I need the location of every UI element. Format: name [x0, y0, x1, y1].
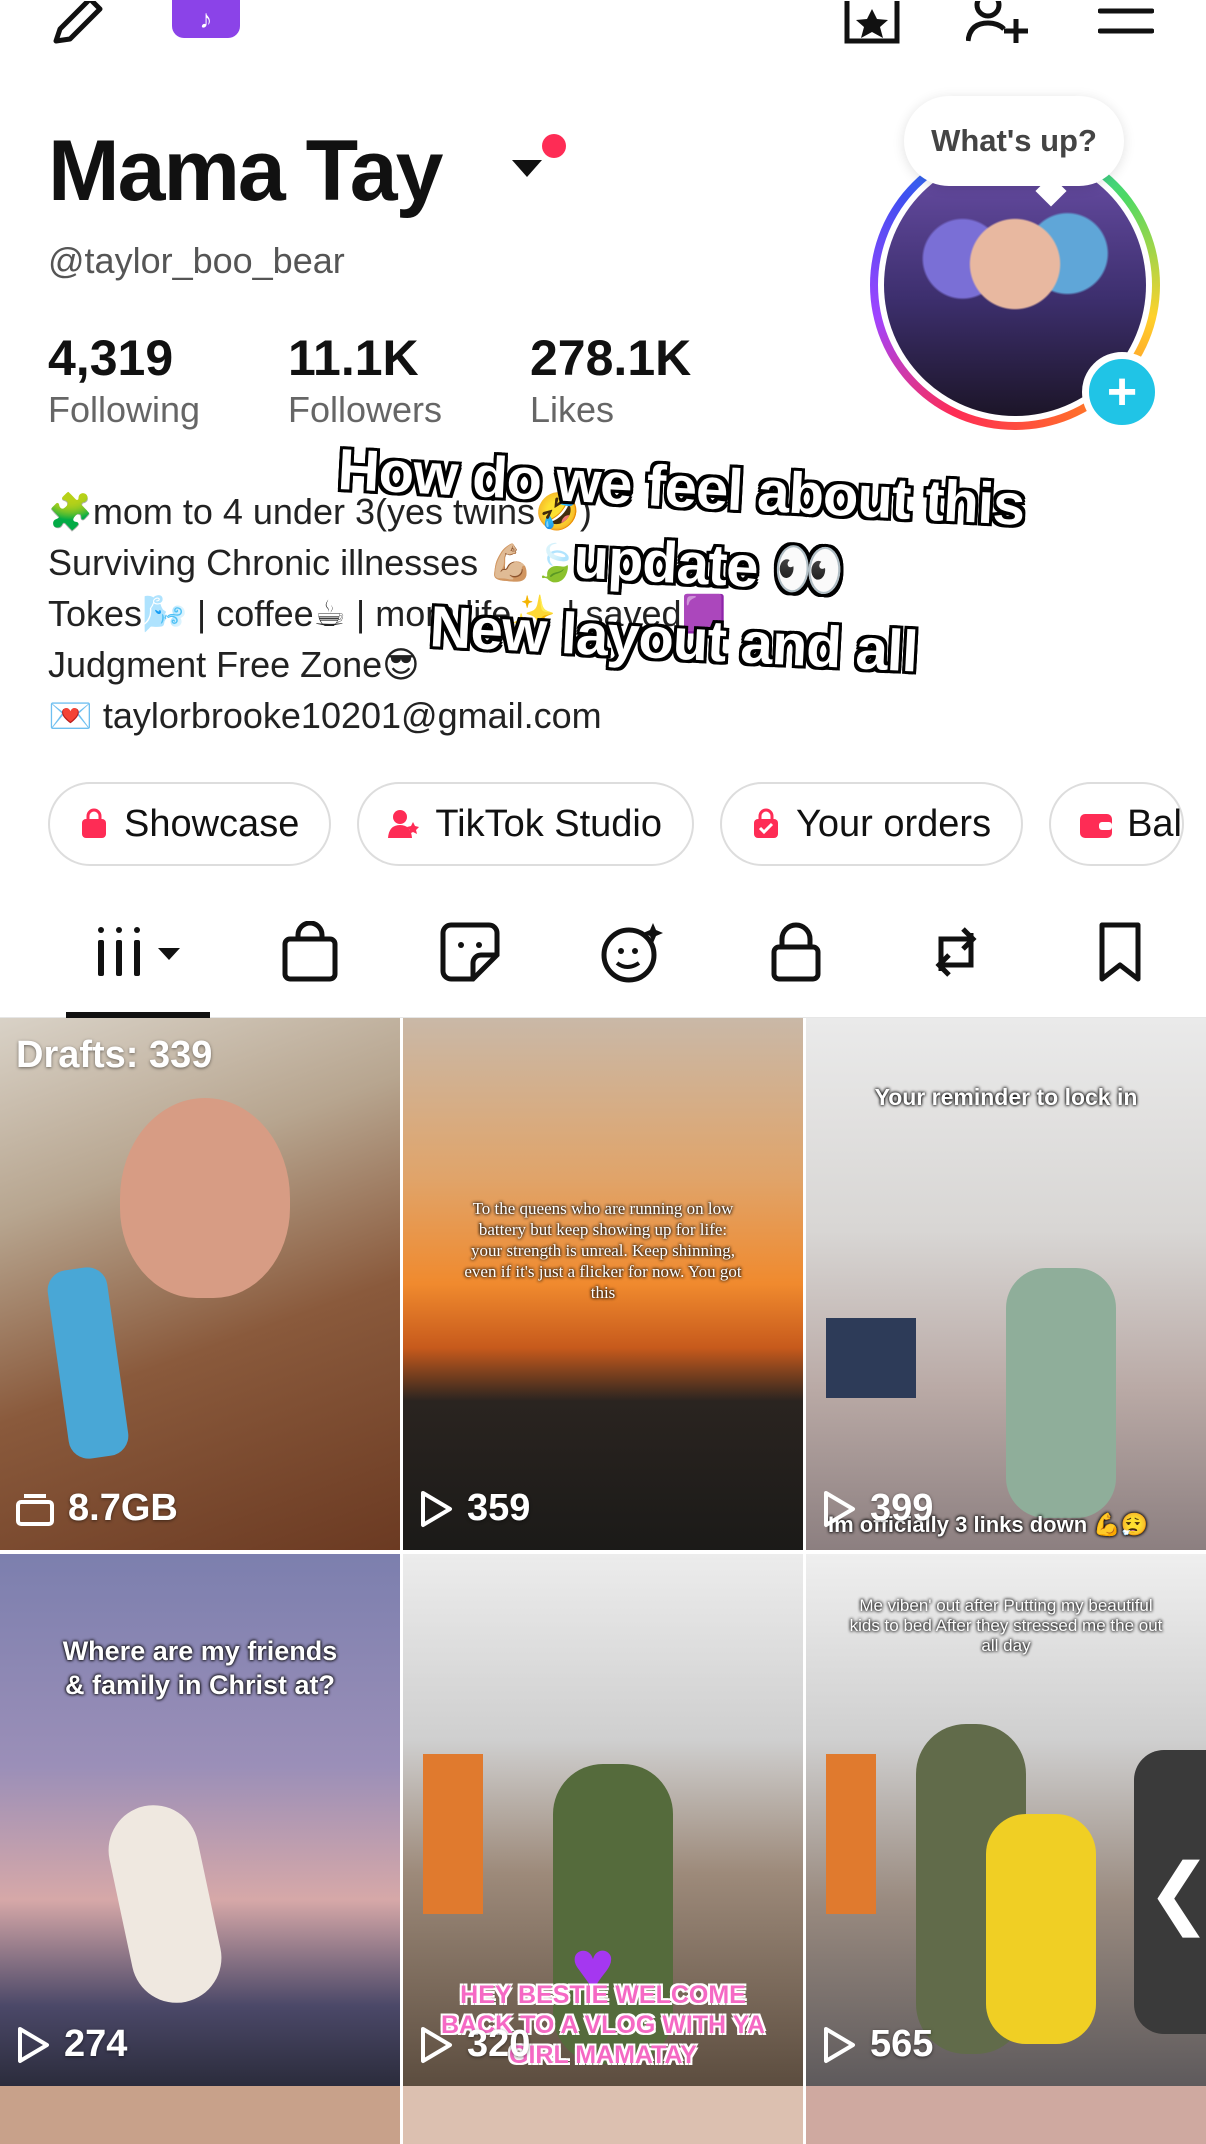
video-tile[interactable]: [0, 2086, 400, 2144]
tab-ai-self[interactable]: [592, 922, 672, 986]
chip-label: Bal: [1127, 802, 1182, 845]
username: @taylor_boo_bear: [48, 240, 345, 281]
stat-value: 278.1K: [530, 330, 692, 386]
view-count: 565: [822, 2023, 933, 2066]
add-story-plus-icon[interactable]: +: [1082, 352, 1162, 432]
display-name[interactable]: Mama Tay: [48, 122, 443, 221]
video-tile[interactable]: Your reminder to lock in Im officially 3…: [806, 1018, 1206, 1550]
notification-dot: [542, 134, 566, 158]
video-tile[interactable]: To the queens who are running on low bat…: [403, 1018, 803, 1550]
tiktok-note-icon[interactable]: ♪: [172, 0, 240, 38]
view-count: 399: [822, 1487, 933, 1530]
tab-shop[interactable]: [270, 920, 350, 988]
stat-label: Likes: [530, 389, 615, 430]
stat-likes[interactable]: 278.1K Likes: [530, 330, 691, 434]
drafts-size: 8.7GB: [16, 1487, 178, 1530]
lock-icon: [770, 921, 822, 988]
play-icon: [421, 2026, 452, 2063]
view-count-value: 320: [467, 2023, 531, 2065]
video-caption: Me viben' out after Putting my beautiful…: [849, 1596, 1163, 1655]
chip-your-orders[interactable]: Your orders: [720, 782, 1024, 866]
chip-showcase[interactable]: Showcase: [48, 782, 332, 866]
video-tile-drafts[interactable]: Drafts: 339 8.7GB: [0, 1018, 400, 1550]
tab-stickers[interactable]: [430, 922, 510, 986]
stat-label: Followers: [288, 389, 443, 430]
content-tabs: [0, 900, 1206, 1018]
creator-icon: [387, 808, 421, 840]
view-count-value: 359: [467, 1487, 531, 1529]
video-caption: Your reminder to lock in: [874, 1084, 1138, 1110]
chip-label: Your orders: [796, 802, 992, 845]
grid-icon: [92, 924, 188, 985]
view-count-value: 274: [64, 2023, 128, 2065]
hamburger-icon[interactable]: [1096, 0, 1156, 46]
video-tile[interactable]: ♥ HEY BESTIE WELCOME BACK TO A VLOG WITH…: [403, 1554, 803, 2086]
thumbnail-can: [45, 1264, 131, 1462]
add-user-icon[interactable]: [964, 0, 1034, 46]
drafts-size-value: 8.7GB: [68, 1487, 178, 1529]
drafts-icon: [16, 1493, 54, 1526]
view-count-value: 399: [870, 1487, 934, 1529]
stat-label: Following: [48, 389, 201, 430]
tab-favorites[interactable]: [1080, 922, 1160, 986]
stat-followers[interactable]: 11.1K Followers: [288, 330, 442, 434]
video-caption: To the queens who are running on low bat…: [464, 1199, 742, 1302]
thumbnail-cat: [100, 1796, 230, 2012]
status-bubble[interactable]: What's up?: [904, 96, 1124, 186]
play-icon: [421, 1490, 452, 1527]
stat-value: 4,319: [48, 330, 174, 386]
video-tile[interactable]: [806, 2086, 1206, 2144]
chip-label: Showcase: [124, 802, 300, 845]
stat-following[interactable]: 4,319 Following: [48, 330, 200, 434]
tab-videos[interactable]: [90, 922, 190, 986]
play-icon: [18, 2026, 49, 2063]
shop-bag-icon: [280, 920, 340, 988]
view-count: 274: [16, 2023, 127, 2066]
tab-reposts[interactable]: [916, 922, 996, 986]
ai-face-icon: [599, 921, 665, 988]
chip-label: TikTok Studio: [435, 802, 663, 845]
view-count: 320: [419, 2023, 530, 2066]
order-bag-icon: [750, 808, 782, 840]
play-icon: [824, 1490, 855, 1527]
thumbnail-tv: [826, 1318, 916, 1398]
shopping-bag-icon: [78, 808, 110, 840]
top-bar: ♪: [0, 0, 1206, 60]
overlay-caption: How do we feel about this update 👀 New l…: [328, 432, 1199, 705]
thumbnail-figure: [120, 1098, 290, 1298]
play-icon: [824, 2026, 855, 2063]
stat-value: 11.1K: [288, 330, 419, 386]
tab-private[interactable]: [756, 922, 836, 986]
drafts-label: Drafts: 339: [16, 1034, 213, 1076]
sticker-icon: [439, 921, 501, 988]
video-caption: Where are my friends & family in Christ …: [62, 1636, 338, 1700]
account-switch-caret-icon[interactable]: [512, 160, 542, 177]
thumbnail-window: [826, 1754, 876, 1914]
chip-tiktok-studio[interactable]: TikTok Studio: [357, 782, 695, 866]
view-count: 359: [419, 1487, 530, 1530]
thumbnail-figure: [1006, 1268, 1116, 1518]
star-box-icon[interactable]: [842, 0, 902, 46]
thumbnail-child: [986, 1814, 1096, 2044]
video-tile[interactable]: [403, 2086, 803, 2144]
pencil-icon[interactable]: [48, 0, 112, 46]
bookmark-icon: [1096, 921, 1144, 988]
bio-email[interactable]: 💌 taylorbrooke10201@gmail.com: [48, 690, 726, 741]
side-drawer-handle[interactable]: ❮: [1134, 1750, 1206, 2034]
video-tile[interactable]: Where are my friends & family in Christ …: [0, 1554, 400, 2086]
chip-balance[interactable]: Bal: [1049, 782, 1184, 866]
wallet-icon: [1079, 809, 1113, 839]
view-count-value: 565: [870, 2023, 934, 2065]
thumbnail-window: [423, 1754, 483, 1914]
repost-icon: [925, 921, 987, 988]
profile-shortcut-chips: Showcase TikTok Studio Your orders Bal: [48, 782, 1184, 866]
